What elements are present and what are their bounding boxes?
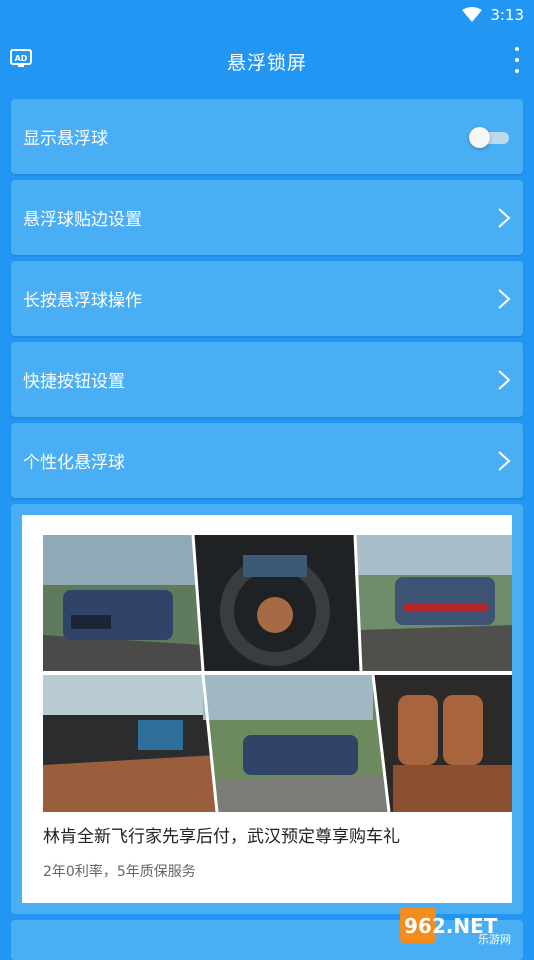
status-time: 3:13 bbox=[490, 6, 524, 24]
setting-label: 显示悬浮球 bbox=[23, 124, 108, 149]
menu-dot-icon bbox=[515, 58, 519, 62]
setting-personalize-ball[interactable]: 个性化悬浮球 bbox=[11, 423, 523, 498]
collage-photo-suv-rear bbox=[355, 535, 512, 671]
wifi-icon bbox=[462, 7, 482, 23]
watermark-sub: 乐游网 bbox=[478, 933, 511, 945]
menu-dot-icon bbox=[515, 69, 519, 73]
app-bar: AD 悬浮锁屏 bbox=[0, 30, 534, 92]
settings-list: 显示悬浮球 悬浮球贴边设置 长按悬浮球操作 快捷按钮设置 个性化悬浮球 bbox=[11, 99, 523, 504]
setting-label: 长按悬浮球操作 bbox=[23, 286, 142, 311]
ad-panel: 林肯全新飞行家先享后付，武汉预定尊享购车礼 2年0利率，5年质保服务 bbox=[11, 504, 523, 914]
collage-photo-seats bbox=[373, 675, 512, 812]
status-bar: 3:13 bbox=[0, 0, 534, 30]
ad-screen-icon[interactable]: AD bbox=[10, 48, 32, 70]
setting-label: 个性化悬浮球 bbox=[23, 448, 125, 473]
setting-shortcut-buttons[interactable]: 快捷按钮设置 bbox=[11, 342, 523, 417]
chevron-right-icon bbox=[497, 207, 511, 229]
ad-subtitle: 2年0利率，5年质保服务 bbox=[43, 861, 196, 881]
collage-photo-suv-road bbox=[203, 675, 389, 812]
setting-edge-snap[interactable]: 悬浮球贴边设置 bbox=[11, 180, 523, 255]
setting-long-press-action[interactable]: 长按悬浮球操作 bbox=[11, 261, 523, 336]
ad-icon-label: AD bbox=[15, 54, 28, 63]
show-floating-ball-toggle[interactable] bbox=[469, 126, 511, 148]
watermark-logo: 962.NET 乐游网 bbox=[400, 905, 528, 945]
overflow-menu-button[interactable] bbox=[512, 47, 522, 73]
toggle-thumb bbox=[469, 127, 490, 148]
ad-card[interactable]: 林肯全新飞行家先享后付，武汉预定尊享购车礼 2年0利率，5年质保服务 bbox=[22, 515, 512, 903]
page-title: 悬浮锁屏 bbox=[227, 48, 307, 75]
collage-photo-dashboard bbox=[43, 675, 217, 812]
collage-photo-steering-wheel bbox=[193, 535, 361, 671]
chevron-right-icon bbox=[497, 450, 511, 472]
setting-show-floating-ball[interactable]: 显示悬浮球 bbox=[11, 99, 523, 174]
setting-label: 悬浮球贴边设置 bbox=[23, 205, 142, 230]
chevron-right-icon bbox=[497, 288, 511, 310]
chevron-right-icon bbox=[497, 369, 511, 391]
ad-image-collage[interactable] bbox=[43, 535, 512, 812]
setting-label: 快捷按钮设置 bbox=[23, 367, 125, 392]
menu-dot-icon bbox=[515, 47, 519, 51]
ad-title[interactable]: 林肯全新飞行家先享后付，武汉预定尊享购车礼 bbox=[43, 822, 400, 847]
collage-photo-suv-front bbox=[43, 535, 203, 671]
